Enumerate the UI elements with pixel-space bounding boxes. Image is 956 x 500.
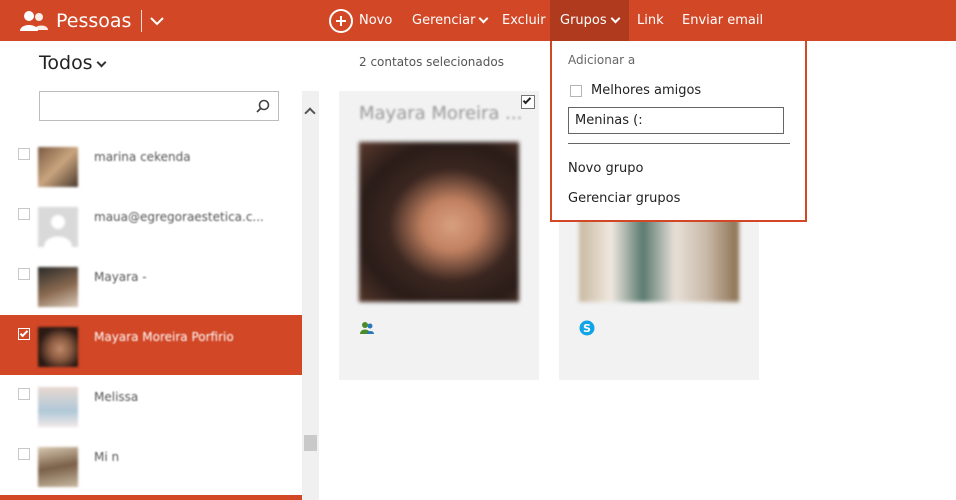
groups-button-label: Grupos <box>560 13 607 28</box>
contact-checkbox[interactable] <box>18 268 30 280</box>
contact-card[interactable]: Mayara Moreira ... <box>339 91 539 380</box>
avatar <box>38 387 78 427</box>
contact-row[interactable]: Mayara - <box>0 255 302 315</box>
divider <box>141 9 143 32</box>
contact-name: Melissa <box>94 390 139 404</box>
contact-name: maua@egregoraestetica.c... <box>94 210 264 224</box>
scrollbar-thumb[interactable] <box>304 435 317 451</box>
contact-name: Mi n <box>94 450 120 464</box>
avatar <box>38 147 78 187</box>
new-button-label: Novo <box>359 13 393 28</box>
filter-dropdown[interactable]: Todos <box>39 52 107 74</box>
selection-status: 2 contatos selecionados <box>359 55 504 69</box>
chevron-down-icon[interactable] <box>150 11 165 30</box>
new-group-menu-item[interactable]: Novo grupo <box>568 161 644 176</box>
delete-button[interactable]: Excluir <box>502 0 546 41</box>
send-email-button-label: Enviar email <box>682 13 764 28</box>
manage-menu-button[interactable]: Gerenciar <box>412 0 489 41</box>
groups-dropdown-menu: Adicionar a Melhores amigos Novo grupo G… <box>550 41 807 222</box>
contact-row[interactable]: Melissa <box>0 375 302 435</box>
manage-button-label: Gerenciar <box>412 13 476 28</box>
messenger-people-icon <box>359 320 375 336</box>
scrollbar[interactable] <box>302 91 319 500</box>
add-to-header: Adicionar a <box>568 53 636 67</box>
svg-text:S: S <box>583 322 591 335</box>
app-brand[interactable]: Pessoas <box>18 0 165 41</box>
group-label[interactable]: Melhores amigos <box>591 83 701 98</box>
divider <box>568 143 790 144</box>
link-button-label: Link <box>637 13 664 28</box>
avatar <box>38 207 78 247</box>
contact-name: marina cekenda <box>94 150 191 164</box>
plus-circle-icon <box>329 8 353 33</box>
delete-button-label: Excluir <box>502 13 546 28</box>
contact-list: marina cekenda maua@egregoraestetica.c..… <box>0 135 302 495</box>
top-bar: Pessoas Novo Gerenciar Excluir Grupos Li… <box>0 0 956 41</box>
contact-row[interactable]: Mi n <box>0 435 302 495</box>
checkmark-icon <box>19 328 29 338</box>
groups-menu-button[interactable]: Grupos <box>550 0 629 41</box>
card-checkbox[interactable] <box>521 95 535 109</box>
manage-groups-menu-item[interactable]: Gerenciar grupos <box>568 191 680 206</box>
list-item-partial <box>0 495 302 500</box>
group-checkbox[interactable] <box>570 85 582 97</box>
contact-row[interactable]: Mayara Moreira Porfirio <box>0 315 302 375</box>
avatar <box>38 267 78 307</box>
contact-checkbox[interactable] <box>18 208 30 220</box>
people-icon <box>18 9 50 33</box>
new-button[interactable]: Novo <box>329 0 392 41</box>
contact-checkbox[interactable] <box>18 328 30 340</box>
new-group-name-input[interactable] <box>568 107 784 134</box>
contact-checkbox[interactable] <box>18 448 30 460</box>
contact-name: Mayara Moreira Porfirio <box>94 330 234 344</box>
contact-checkbox[interactable] <box>18 388 30 400</box>
chevron-down-icon <box>96 57 107 67</box>
avatar <box>38 327 78 367</box>
card-name: Mayara Moreira ... <box>359 103 523 124</box>
contact-row[interactable]: maua@egregoraestetica.c... <box>0 195 302 255</box>
chevron-up-icon[interactable] <box>304 107 316 119</box>
contact-row[interactable]: marina cekenda <box>0 135 302 195</box>
search-icon[interactable] <box>256 98 270 113</box>
contact-name: Mayara - <box>94 270 147 284</box>
skype-icon: S <box>579 320 595 336</box>
link-button[interactable]: Link <box>637 0 664 41</box>
filter-label: Todos <box>39 52 93 74</box>
avatar <box>38 447 78 487</box>
search-input[interactable] <box>39 91 279 121</box>
send-email-button[interactable]: Enviar email <box>682 0 763 41</box>
chevron-down-icon <box>610 13 621 24</box>
checkmark-icon <box>522 95 532 105</box>
contact-checkbox[interactable] <box>18 148 30 160</box>
app-title: Pessoas <box>56 9 132 32</box>
contact-photo <box>359 142 519 302</box>
chevron-down-icon <box>479 13 489 24</box>
